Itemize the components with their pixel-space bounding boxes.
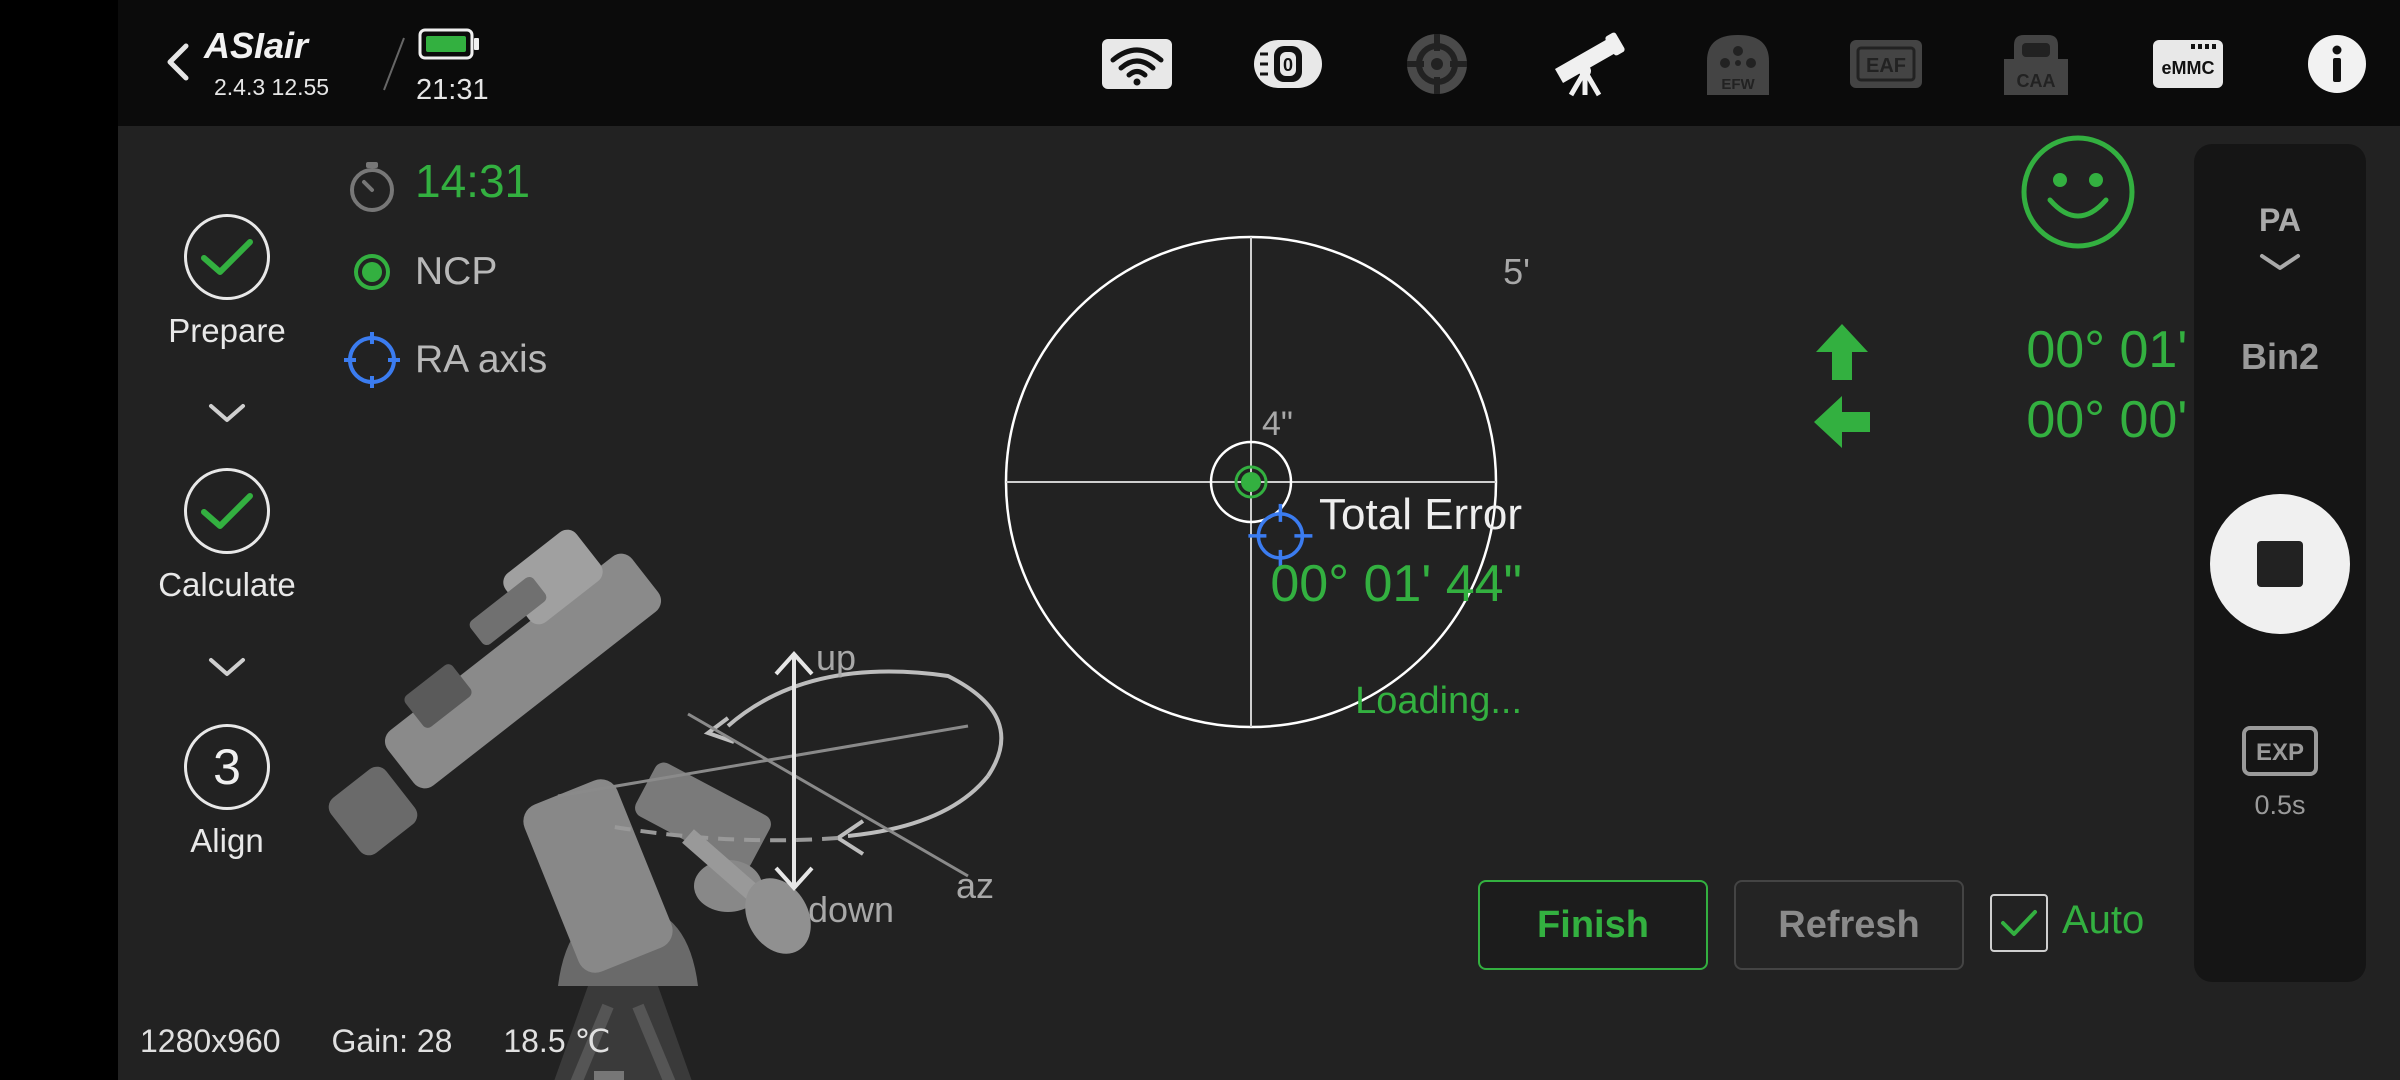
eaf-icon: EAF [1850,40,1922,88]
efw-icon: EFW [1707,35,1769,95]
storage-icon: 0 [1254,40,1322,88]
ncp-legend-label: NCP [415,250,498,293]
asiair-logo: ASIair [202,22,352,66]
divider-slash [383,37,405,91]
step-number: 3 [213,739,241,795]
down-label: down [808,889,894,930]
ra-axis-marker-icon [344,332,400,388]
stop-button[interactable] [2210,494,2350,634]
info-icon [2308,35,2366,93]
smiley-icon [2021,135,2135,249]
auto-label: Auto [2062,898,2145,942]
step-prepare-indicator [184,214,270,300]
exposure-label: EXP [2256,739,2304,766]
polar-align-view: Prepare Calculate 3 Align 14:31 NCP RA a… [118,126,2400,1080]
temperature-readout: 18.5 ℃ [503,1023,611,1059]
guide-button[interactable] [1400,28,1474,100]
stop-icon [2257,541,2303,587]
screen-bezel [0,0,118,1080]
resolution-readout: 1280x960 [140,1023,281,1059]
step-align-label: Align [190,822,264,859]
total-error-label: Total Error [1319,490,1522,539]
logo-text: ASIair [203,25,310,66]
check-icon [2001,910,2037,936]
chevron-left-icon [167,43,189,81]
az-label: az [956,865,994,906]
capture-control-panel: PA Bin2 EXP 0.5s [2194,144,2366,982]
refresh-button[interactable]: Refresh [1734,880,1964,970]
eaf-button[interactable]: EAF [1846,28,1926,100]
stopwatch-icon [350,162,394,212]
finish-button[interactable]: Finish [1478,880,1708,970]
arrow-left-icon [1814,396,1870,448]
caa-icon: CAA [2004,35,2068,95]
caa-button[interactable]: CAA [1996,28,2076,100]
back-button[interactable] [158,38,198,86]
ncp-marker-fill [1241,472,1261,492]
emmc-icon: eMMC [2153,40,2223,88]
storage-label: 0 [1283,55,1293,75]
wifi-button[interactable] [1100,28,1174,100]
mode-selector[interactable]: PA [2194,202,2366,239]
bin-selector[interactable]: Bin2 [2194,336,2366,378]
storage-button[interactable]: 0 [1248,28,1328,100]
exposure-value: 0.5s [2254,790,2306,820]
auto-checkbox[interactable] [1990,894,2048,952]
efw-button[interactable]: EFW [1698,28,1778,100]
gain-readout: Gain: 28 [331,1023,453,1059]
telescope-button[interactable] [1548,28,1628,100]
wifi-icon [1102,39,1172,89]
chevron-down-icon[interactable] [2258,252,2302,274]
caa-label: CAA [2017,71,2056,91]
check-icon [201,239,253,275]
check-icon [201,493,253,529]
chevron-down-icon [209,658,245,676]
total-error-value: 00° 01' 44" [1270,555,1522,613]
alignment-target: 5' 4" [1004,235,1530,729]
chevron-down-icon [209,404,245,422]
battery-icon [418,28,479,60]
inner-ring-label: 4" [1262,405,1293,443]
efw-label: EFW [1721,76,1755,93]
camera-status-bar: 1280x960 Gain: 28 18.5 ℃ [140,1022,652,1060]
step-calculate-indicator [184,468,270,554]
telescope-icon [1555,32,1625,97]
loading-status: Loading... [1355,680,1522,722]
mount-adjustment-illustration: up down az [328,529,1004,1080]
arrow-up-icon [1816,324,1868,380]
emmc-button[interactable]: eMMC [2148,28,2228,100]
step-align-indicator: 3 [184,724,270,810]
exposure-button[interactable]: EXP [2242,726,2318,776]
ncp-marker-icon [354,254,390,290]
up-label: up [816,637,856,678]
clock: 21:31 [416,74,489,106]
guide-icon [1407,34,1467,94]
top-bar: ASIair 2.4.3 12.55 21:31 0 EFW EAF CAA e… [118,0,2400,126]
emmc-label: eMMC [2162,58,2215,78]
ra-axis-legend-label: RA axis [415,338,548,381]
elapsed-timer: 14:31 [415,155,531,207]
info-button[interactable] [2300,28,2374,100]
step-prepare-label: Prepare [168,312,286,349]
eaf-label: EAF [1866,55,1906,77]
app-version: 2.4.3 12.55 [214,74,330,100]
step-calculate-label: Calculate [158,566,296,603]
outer-ring-label: 5' [1503,251,1530,292]
